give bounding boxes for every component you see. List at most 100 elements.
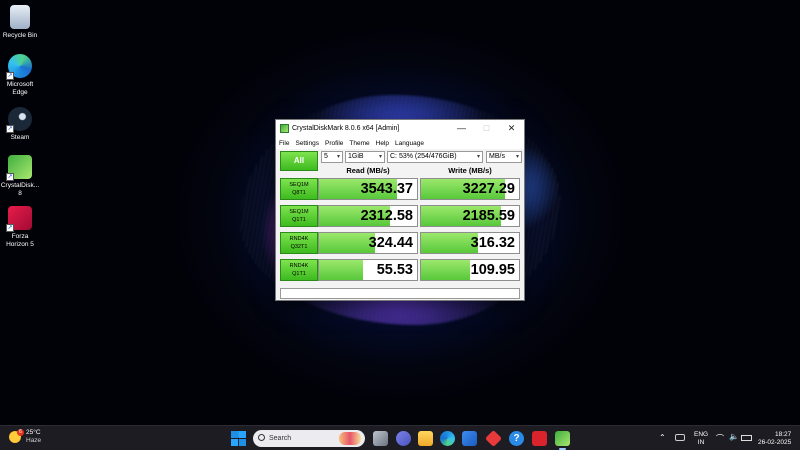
desktop-icon-label: Recycle Bin (2, 32, 38, 39)
write-bar (421, 233, 478, 253)
crystaldiskmark-icon: ↗ (6, 155, 32, 181)
store-icon[interactable] (462, 431, 477, 446)
read-bar (319, 260, 364, 280)
test-button[interactable]: RND4K Q32T1 (280, 232, 318, 254)
teams-icon[interactable] (396, 431, 411, 446)
menu-file[interactable]: File (279, 140, 289, 147)
app-diamond-icon[interactable] (485, 430, 502, 447)
comment-field[interactable] (280, 288, 520, 299)
search-placeholder: Search (269, 435, 292, 442)
unit-select[interactable]: MB/s ▾ (486, 151, 522, 163)
write-result: 2185.59 (420, 205, 520, 227)
desktop-icon-label: CrystalDisk... 8 (0, 182, 40, 197)
minimize-button[interactable]: — (449, 120, 474, 137)
write-value: 3227.29 (462, 181, 515, 197)
chevron-down-icon: ▾ (378, 154, 382, 160)
maximize-button[interactable]: □ (474, 120, 499, 137)
weather-temperature: 25°C (26, 429, 41, 436)
test-name: RND4K (289, 263, 309, 269)
weather-badge: 6 (17, 429, 24, 436)
test-param: Q8T1 (292, 189, 306, 196)
read-result: 324.44 (318, 232, 418, 254)
edge-taskbar-icon[interactable] (440, 431, 455, 446)
clock-date: 26-02-2025 (758, 439, 792, 446)
file-explorer-icon[interactable] (418, 431, 433, 446)
chevron-down-icon: ▾ (515, 154, 519, 160)
desktop-icon-steam[interactable]: ↗ Steam (0, 107, 40, 142)
chevron-up-icon[interactable]: ⌃ (659, 433, 666, 442)
forza-icon: ↗ (6, 206, 32, 232)
test-param: Q32T1 (290, 243, 308, 250)
wifi-icon[interactable]: ⌒ (716, 433, 724, 444)
mcafee-icon[interactable] (532, 431, 547, 446)
menu-language[interactable]: Language (395, 140, 424, 147)
close-button[interactable]: ✕ (499, 120, 524, 137)
volume-icon[interactable]: 🔈 (729, 432, 739, 441)
test-button[interactable]: RND4K Q1T1 (280, 259, 318, 281)
write-value: 109.95 (470, 262, 515, 278)
clock[interactable]: 18:27 26-02-2025 (758, 431, 791, 447)
drive-value: C: 53% (254/476GiB) (390, 153, 457, 160)
battery-icon[interactable] (741, 435, 752, 441)
edge-icon: ↗ (6, 54, 32, 80)
desktop-icon-label: Forza Horizon 5 (6, 233, 34, 248)
desktop-icon-label: Microsoft Edge (6, 81, 34, 96)
read-column-header: Read (MB/s) (346, 166, 390, 175)
read-value: 55.53 (376, 262, 413, 278)
start-button[interactable] (231, 431, 246, 446)
window-title: CrystalDiskMark 8.0.6 x64 [Admin] (292, 125, 400, 132)
clock-time: 18:27 (774, 431, 792, 438)
task-view-icon[interactable] (373, 431, 388, 446)
weather-description: Haze (26, 437, 42, 444)
write-value: 316.32 (470, 235, 515, 251)
chevron-down-icon: ▾ (476, 154, 480, 160)
weather-widget[interactable]: 6 25°C Haze (9, 429, 41, 445)
region-label: IN (697, 439, 705, 446)
shortcut-arrow-icon: ↗ (6, 224, 14, 232)
read-value: 3543.37 (360, 181, 413, 197)
crystaldiskmark-window: CrystalDiskMark 8.0.6 x64 [Admin] — □ ✕ … (275, 119, 525, 301)
drive-select[interactable]: C: 53% (254/476GiB) ▾ (387, 151, 483, 163)
taskbar-search[interactable]: Search (253, 430, 365, 447)
menu-theme[interactable]: Theme (349, 140, 369, 147)
write-bar (421, 260, 470, 280)
crystaldiskmark-app-icon (280, 124, 289, 133)
steam-icon: ↗ (6, 107, 32, 133)
write-result: 316.32 (420, 232, 520, 254)
write-value: 2185.59 (462, 208, 515, 224)
read-result: 3543.37 (318, 178, 418, 200)
sun-icon: 6 (9, 429, 24, 443)
menu-help[interactable]: Help (376, 140, 389, 147)
test-controls: All 5 ▾ 1GiB ▾ C: 53% (254/476GiB) ▾ MB/s ▾ (279, 151, 522, 171)
test-param: Q1T1 (292, 270, 306, 277)
desktop: Recycle Bin ↗ Microsoft Edge ↗ Steam ↗ C… (0, 0, 800, 425)
test-count-value: 5 (324, 153, 328, 160)
cloud-icon[interactable] (675, 434, 685, 441)
test-button[interactable]: SEQ1M Q1T1 (280, 205, 318, 227)
help-icon[interactable]: ? (509, 431, 524, 446)
chevron-down-icon: ▾ (336, 154, 340, 160)
menu-profile[interactable]: Profile (325, 140, 343, 147)
title-bar[interactable]: CrystalDiskMark 8.0.6 x64 [Admin] — □ ✕ (276, 120, 524, 137)
test-name: SEQ1M (289, 209, 309, 215)
menu-settings[interactable]: Settings (295, 140, 319, 147)
desktop-icon-crystaldiskmark[interactable]: ↗ CrystalDisk... 8 (0, 155, 40, 198)
test-size-select[interactable]: 1GiB ▾ (345, 151, 385, 163)
run-all-button[interactable]: All (280, 151, 318, 171)
write-result: 109.95 (420, 259, 520, 281)
desktop-icon-label: Steam (10, 134, 30, 141)
shortcut-arrow-icon: ↗ (6, 125, 14, 133)
desktop-icon-edge[interactable]: ↗ Microsoft Edge (0, 54, 40, 97)
test-button[interactable]: SEQ1M Q8T1 (280, 178, 318, 200)
read-value: 324.44 (368, 235, 413, 251)
desktop-icon-recycle-bin[interactable]: Recycle Bin (0, 5, 40, 40)
shortcut-arrow-icon: ↗ (6, 72, 14, 80)
desktop-icon-forza[interactable]: ↗ Forza Horizon 5 (0, 206, 40, 249)
test-name: SEQ1M (289, 182, 309, 188)
test-count-select[interactable]: 5 ▾ (321, 151, 343, 163)
search-icon (258, 434, 265, 441)
search-highlight-image (339, 432, 361, 445)
crystaldiskmark-taskbar-icon[interactable] (555, 431, 570, 450)
language-indicator[interactable]: ENG IN (694, 431, 708, 447)
test-size-value: 1GiB (348, 153, 364, 160)
